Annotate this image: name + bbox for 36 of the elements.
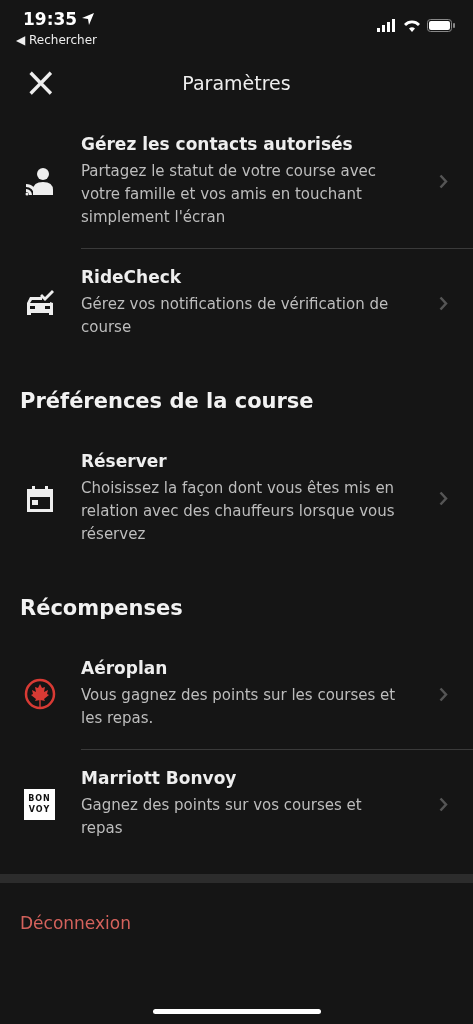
battery-icon: [427, 19, 455, 32]
item-title: Aéroplan: [81, 658, 169, 678]
back-link[interactable]: ◀ Rechercher: [16, 33, 97, 47]
wifi-icon: [403, 19, 421, 32]
section-heading: Récompenses: [19, 595, 184, 622]
settings-item[interactable]: Réserver Choisissez la façon dont vous êtes mis en relation avec des chauffeurs lorsque vous réservez: [0, 433, 473, 566]
item-title: Marriott Bonvoy: [81, 768, 238, 788]
chevron-right-icon: [439, 796, 448, 812]
close-button[interactable]: ×: [20, 62, 62, 102]
item-title: Gérez les contacts autorisés: [81, 134, 354, 154]
settings-item[interactable]: Gérez les contacts autorisés Partagez le statut de votre course avec votre famille et vos amis en touchant simplement l'écran: [0, 116, 473, 249]
item-description: Choisissez la façon dont vous êtes mis en relation avec des chauffeurs lorsque vous réservez: [81, 478, 396, 545]
status-time: 19:35: [23, 9, 78, 29]
logout-button[interactable]: Déconnexion: [0, 883, 151, 963]
bonvoy-logo: BON VOY: [24, 788, 55, 820]
item-description: Gagnez des points sur vos courses et repas: [81, 795, 363, 839]
chevron-right-icon: [439, 686, 448, 702]
item-description: Vous gagnez des points sur les courses et les repas.: [81, 685, 397, 729]
item-description: Gérez vos notifications de vérification de course: [81, 294, 390, 338]
car-check-icon: [24, 289, 55, 317]
page-title: Paramètres: [182, 72, 291, 94]
settings-item[interactable]: RideCheck Gérez vos notifications de vérification de course: [0, 249, 473, 359]
settings-item[interactable]: Aéroplan Vous gagnez des points sur les courses et les repas.: [0, 640, 473, 750]
settings-item[interactable]: BON VOY Marriott Bonvoy Gagnez des points sur vos courses et repas: [0, 750, 473, 860]
location-arrow-icon: [81, 12, 96, 26]
item-title: Réserver: [81, 451, 168, 471]
person-share-icon: [24, 167, 55, 196]
signal-icon: [377, 19, 397, 32]
calendar-icon: [25, 484, 54, 513]
chevron-right-icon: [439, 491, 448, 506]
section-heading: Préférences de la course: [19, 388, 315, 415]
item-description: Partagez le statut de votre course avec votre famille et vos amis en touchant simplement l'écran: [81, 161, 378, 228]
item-title: RideCheck: [81, 267, 183, 287]
chevron-right-icon: [439, 174, 448, 189]
maple-leaf-logo-icon: [23, 678, 56, 710]
chevron-right-icon: [439, 295, 448, 311]
